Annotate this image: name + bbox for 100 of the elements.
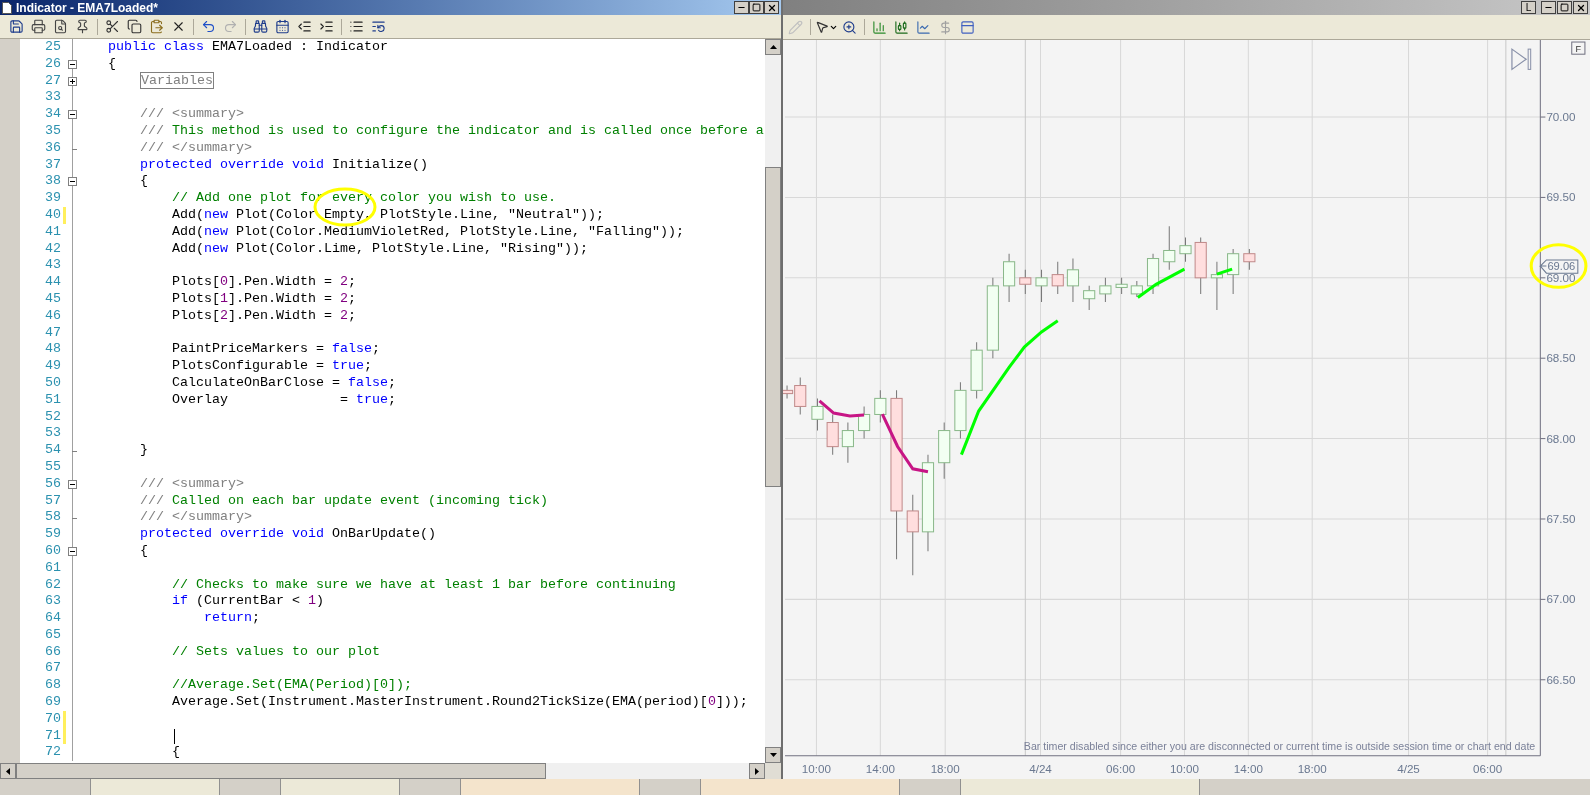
code-line: /// </summary> [139,509,252,527]
line-number: 68 [44,677,62,695]
indicator-line [880,413,929,474]
candle [874,389,887,424]
time-label: 06:00 [1473,761,1503,775]
candle [826,413,839,456]
candle [1051,261,1064,295]
scroll-left-button[interactable] [0,763,16,779]
pointer-icon [815,20,829,34]
maximize-button[interactable] [1557,1,1572,14]
code-line: /// <summary> [139,475,244,493]
close-icon [1575,2,1586,13]
code-line: /// </summary> [139,139,252,157]
fold-minus-icon[interactable] [68,479,77,489]
line-number: 50 [44,374,62,392]
line-number: 42 [44,240,62,258]
candle [1019,269,1032,295]
scroll-down-button[interactable] [765,747,781,763]
time-label: 14:00 [1233,761,1263,775]
right-arrow-icon [755,767,759,775]
minimize-button[interactable] [734,1,749,14]
code-line: Plots[1].Pen.Width = 2; [171,290,356,308]
pencil-icon [788,19,803,35]
candle [1003,253,1016,303]
time-label: 18:00 [930,761,960,775]
code-line: Overlay = true; [171,391,396,409]
indicator-line [818,399,865,418]
line-number: 69 [44,694,62,711]
candle [1243,248,1256,271]
maximize-button[interactable] [749,1,764,14]
candle [938,422,951,480]
line-number: 57 [44,492,62,510]
fold-minus-icon[interactable] [68,59,77,69]
code-line: CalculateOnBarClose = false; [171,374,396,392]
price-label: 68.50 [1546,351,1576,365]
line-number: 33 [44,89,62,107]
redo-icon [223,19,238,34]
print-preview-icon [53,19,68,34]
line-number: 36 [44,139,62,157]
line-number: 49 [44,358,62,375]
close-icon [766,2,777,13]
fold-minus-icon[interactable] [68,110,77,120]
scroll-up-button[interactable] [765,39,781,55]
code-line: return; [202,610,260,627]
line-number: 52 [44,408,62,426]
line-number: 51 [44,391,62,409]
outdent-icon [297,19,312,34]
candle [1066,258,1080,303]
fold-plus-icon[interactable] [68,76,77,86]
line-number: 67 [44,660,62,678]
minimize-button[interactable] [1541,1,1556,14]
candle [1083,285,1096,311]
code-line: Plots[0].Pen.Width = 2; [171,274,356,291]
time-label: 4/25 [1397,761,1420,775]
candle [811,397,824,432]
binoculars-icon [253,19,268,34]
line-number: 70 [44,710,62,728]
line-number: 61 [44,559,62,577]
code-line: PlotsConfigurable = true; [171,358,372,375]
line-number: 56 [44,475,62,493]
close-button[interactable] [764,1,779,14]
line-number: 47 [44,324,62,342]
candle [1146,253,1160,295]
price-label: 67.00 [1546,592,1576,606]
time-label: 06:00 [1106,761,1136,775]
line-number: 54 [44,442,62,459]
scrollbar-thumb[interactable] [765,167,781,487]
line-number: 35 [44,123,62,140]
undo-icon [201,19,216,34]
line-number: 53 [44,425,62,443]
highlight-circle [1529,243,1588,289]
line-number: 46 [44,307,62,325]
scrollbar-thumb[interactable] [16,763,546,779]
fold-minus-icon[interactable] [68,546,77,556]
line-number: 38 [44,173,62,191]
line-number: 55 [44,458,62,476]
skip-to-end-icon[interactable] [1511,47,1532,71]
list-restart-icon [371,19,386,34]
link-button[interactable]: L [1521,1,1536,14]
delete-icon [171,19,186,34]
line-number: 48 [44,341,62,359]
bar-timer-notice: Bar timer disabled since either you are disconnected or current time is outside session time or chart end date [1023,739,1536,752]
fold-minus-icon[interactable] [68,177,77,187]
save-icon [9,19,24,34]
calendar-icon [275,19,290,34]
indicator-line [1216,267,1233,276]
down-arrow-icon [769,753,777,757]
scroll-right-button[interactable] [749,763,765,779]
line-number: 71 [44,727,62,745]
line-number: 26 [44,55,62,73]
corner-button[interactable]: F [1571,41,1586,55]
candle [1210,261,1223,311]
printer-icon [31,19,46,34]
line-number: 40 [44,206,62,224]
close-button[interactable] [1573,1,1588,14]
code-line: } [139,442,148,459]
line-number: 44 [44,274,62,291]
candle [1130,280,1143,298]
code-line: //Average.Set(EMA(Period)[0]); [171,677,412,695]
bar-chart-icon [872,19,887,35]
